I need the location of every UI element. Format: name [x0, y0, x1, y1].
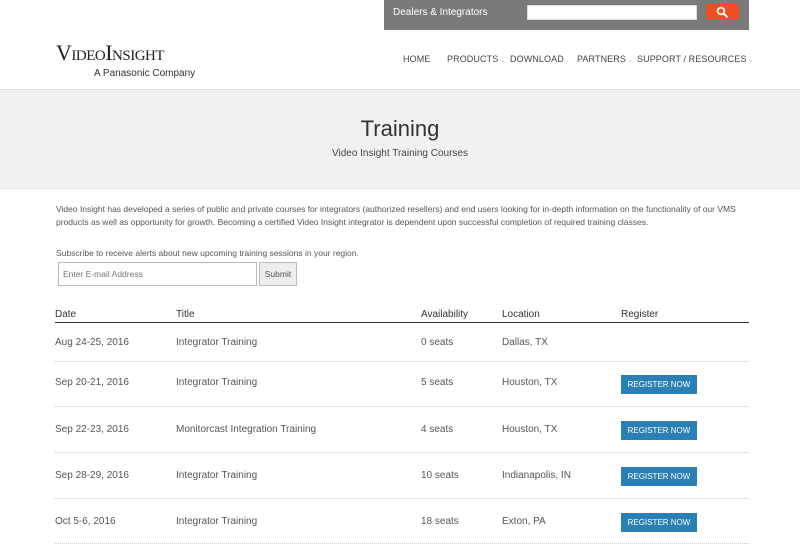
main-nav: HOME PRODUCTS⌄ DOWNLOAD PARTNERS⌄ SUPPOR…: [0, 54, 800, 68]
training-table: Date Title Availability Location Registe…: [55, 305, 749, 544]
nav-partners[interactable]: PARTNERS⌄: [577, 54, 633, 64]
nav-home[interactable]: HOME: [403, 54, 430, 64]
table-row: Aug 24-25, 2016 Integrator Training 0 se…: [55, 323, 749, 362]
header-register: Register: [621, 309, 659, 320]
row-location: Houston, TX: [502, 424, 558, 435]
row-location: Dallas, TX: [502, 337, 548, 348]
header-date: Date: [55, 309, 77, 320]
header-location: Location: [502, 309, 540, 320]
row-date: Sep 22-23, 2016: [55, 424, 129, 435]
row-title: Integrator Training: [176, 516, 258, 527]
header-title: Title: [176, 309, 195, 320]
submit-button[interactable]: Submit: [259, 262, 297, 286]
row-availability: 10 seats: [421, 470, 459, 481]
row-date: Sep 28-29, 2016: [55, 470, 129, 481]
email-field[interactable]: [58, 262, 257, 286]
row-title: Integrator Training: [176, 337, 258, 348]
dealers-integrators-link[interactable]: Dealers & Integrators: [393, 7, 488, 18]
row-availability: 18 seats: [421, 516, 459, 527]
chevron-down-icon: ⌄: [499, 57, 506, 64]
search-input[interactable]: [527, 5, 697, 20]
row-title: Integrator Training: [176, 377, 258, 388]
table-row: Sep 22-23, 2016 Monitorcast Integration …: [55, 407, 749, 453]
register-now-button[interactable]: REGISTER NOW: [621, 513, 697, 532]
nav-support-resources[interactable]: SUPPORT / RESOURCES⌄: [637, 54, 754, 64]
subscribe-note: Subscribe to receive alerts about new up…: [56, 248, 359, 258]
logo-subtitle: A Panasonic Company: [94, 68, 196, 79]
register-now-button[interactable]: REGISTER NOW: [621, 375, 697, 394]
row-availability: 5 seats: [421, 377, 454, 388]
row-location: Houston, TX: [502, 377, 558, 388]
row-date: Oct 5-6, 2016: [55, 516, 116, 527]
row-title: Integrator Training: [176, 470, 258, 481]
row-location: Indianapolis, IN: [502, 470, 571, 481]
hero-banner: Training Video Insight Training Courses: [0, 89, 800, 189]
register-now-button[interactable]: REGISTER NOW: [621, 421, 697, 440]
utility-bar: Dealers & Integrators: [384, 0, 749, 30]
page-title: Training: [360, 116, 440, 141]
header-availability: Availability: [421, 309, 469, 320]
nav-download[interactable]: DOWNLOAD: [510, 54, 564, 64]
register-now-button[interactable]: REGISTER NOW: [621, 467, 697, 486]
table-row: Sep 28-29, 2016 Integrator Training 10 s…: [55, 453, 749, 499]
chevron-down-icon: ⌄: [747, 57, 754, 64]
row-availability: 0 seats: [421, 337, 454, 348]
search-icon: [716, 6, 728, 18]
nav-products[interactable]: PRODUCTS⌄: [447, 54, 505, 64]
row-availability: 4 seats: [421, 424, 454, 435]
table-header: Date Title Availability Location Registe…: [55, 305, 749, 323]
intro-text: Video Insight has developed a series of …: [56, 204, 736, 227]
row-title: Monitorcast Integration Training: [176, 424, 317, 435]
table-row: Sep 20-21, 2016 Integrator Training 5 se…: [55, 362, 749, 407]
table-row: Oct 5-6, 2016 Integrator Training 18 sea…: [55, 499, 749, 544]
row-date: Sep 20-21, 2016: [55, 377, 129, 388]
row-date: Aug 24-25, 2016: [55, 337, 129, 348]
chevron-down-icon: ⌄: [626, 57, 633, 64]
row-location: Exton, PA: [502, 516, 546, 527]
page-subtitle: Video Insight Training Courses: [331, 148, 468, 159]
search-button[interactable]: [706, 4, 739, 19]
